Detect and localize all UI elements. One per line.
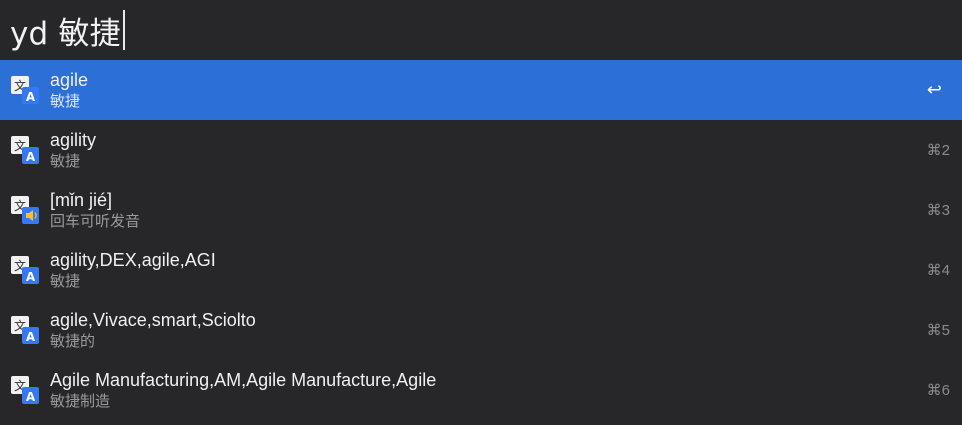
svg-text:A: A: [26, 330, 36, 344]
result-subtitle: 敏捷: [50, 153, 81, 170]
translate-icon: 文 A: [9, 374, 41, 406]
result-subtitle: 回车可听发音: [50, 213, 141, 230]
shortcut-hint: ⌘5: [926, 322, 950, 339]
svg-text:A: A: [26, 390, 36, 404]
result-row[interactable]: 文 A agility,DEX,agile,AGI 敏捷 ⌘4: [0, 240, 962, 300]
result-title: agile: [50, 70, 89, 90]
result-subtitle: 敏捷的: [50, 333, 96, 350]
results-list: 文 A agile 敏捷 ↩ 文 A agility 敏捷 ⌘2 文 [mǐn …: [0, 60, 962, 420]
svg-text:A: A: [26, 150, 36, 164]
result-row[interactable]: 文 A agility 敏捷 ⌘2: [0, 120, 962, 180]
text-caret: [122, 10, 125, 50]
svg-text:A: A: [26, 270, 36, 284]
translate-icon: 文 A: [9, 74, 41, 106]
translate-icon: 文 A: [9, 314, 41, 346]
translate-icon: 文 A: [9, 134, 41, 166]
result-title: agile,Vivace,smart,Sciolto: [50, 310, 256, 330]
result-subtitle: 敏捷: [50, 93, 81, 110]
shortcut-hint: ⌘3: [926, 202, 950, 219]
query-bar[interactable]: yd 敏捷: [0, 0, 962, 60]
translate-icon: 文 A: [9, 254, 41, 286]
result-title: [mǐn jié]: [50, 190, 113, 210]
launcher-panel: yd 敏捷 文 A agile 敏捷 ↩ 文 A agility 敏捷 ⌘2 文…: [0, 0, 962, 425]
result-title: agility: [50, 130, 97, 150]
return-key-hint: ↩: [926, 79, 942, 100]
shortcut-hint: ⌘6: [926, 382, 950, 399]
result-subtitle: 敏捷: [50, 273, 81, 290]
svg-text:A: A: [26, 90, 36, 104]
result-row[interactable]: 文 [mǐn jié] 回车可听发音 ⌘3: [0, 180, 962, 240]
search-input[interactable]: yd 敏捷: [10, 8, 121, 53]
shortcut-hint: ⌘4: [926, 262, 950, 279]
result-row[interactable]: 文 A Agile Manufacturing,AM,Agile Manufac…: [0, 360, 962, 420]
result-row[interactable]: 文 A agile 敏捷 ↩: [0, 60, 962, 120]
result-title: Agile Manufacturing,AM,Agile Manufacture…: [50, 370, 437, 390]
result-row[interactable]: 文 A agile,Vivace,smart,Sciolto 敏捷的 ⌘5: [0, 300, 962, 360]
result-subtitle: 敏捷制造: [50, 393, 111, 410]
result-title: agility,DEX,agile,AGI: [50, 250, 216, 270]
pronounce-icon: 文: [9, 194, 41, 226]
shortcut-hint: ⌘2: [926, 142, 950, 159]
